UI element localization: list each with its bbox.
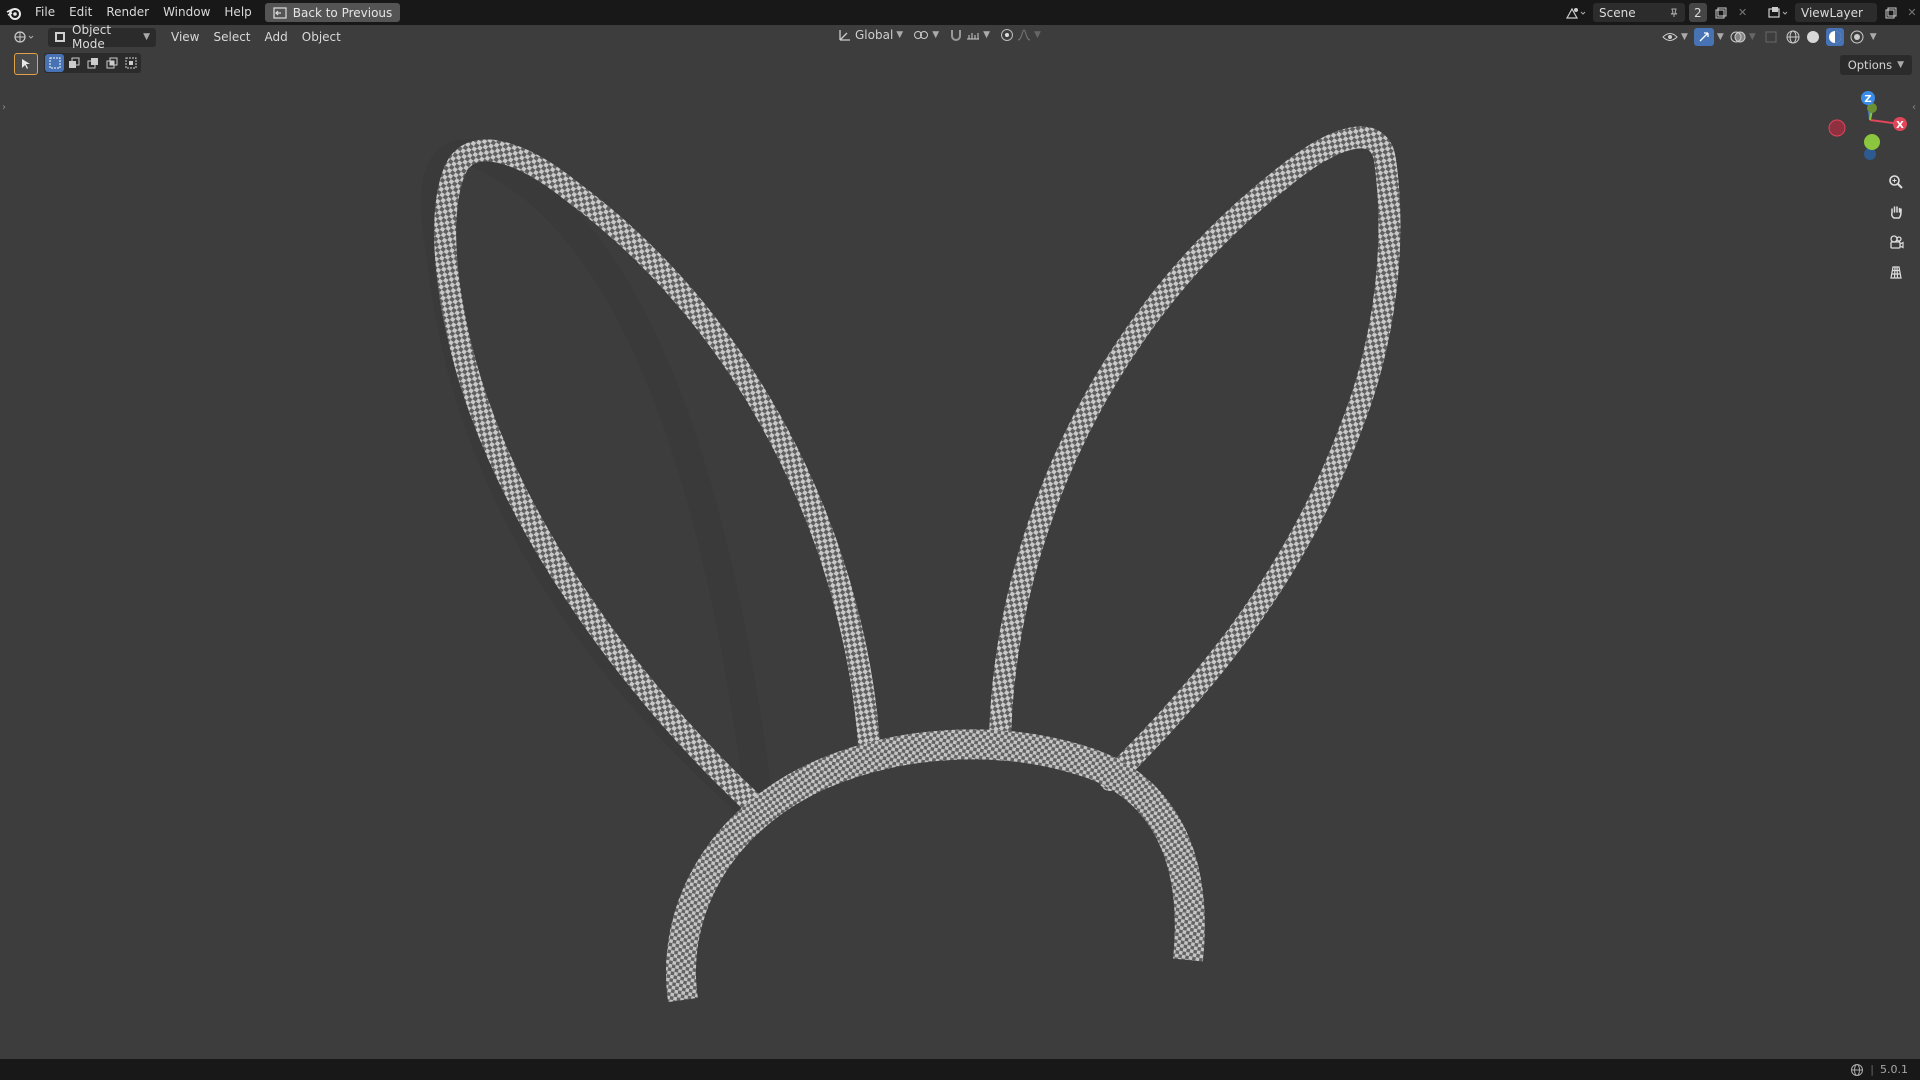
network-globe-icon[interactable] bbox=[1850, 1063, 1864, 1077]
status-separator: | bbox=[1870, 1063, 1874, 1076]
version-label: 5.0.1 bbox=[1880, 1063, 1908, 1076]
status-bar: | 5.0.1 bbox=[0, 1059, 1920, 1080]
left-ear-loop bbox=[421, 139, 774, 826]
bunny-ears-headband-object[interactable] bbox=[0, 0, 1920, 1080]
